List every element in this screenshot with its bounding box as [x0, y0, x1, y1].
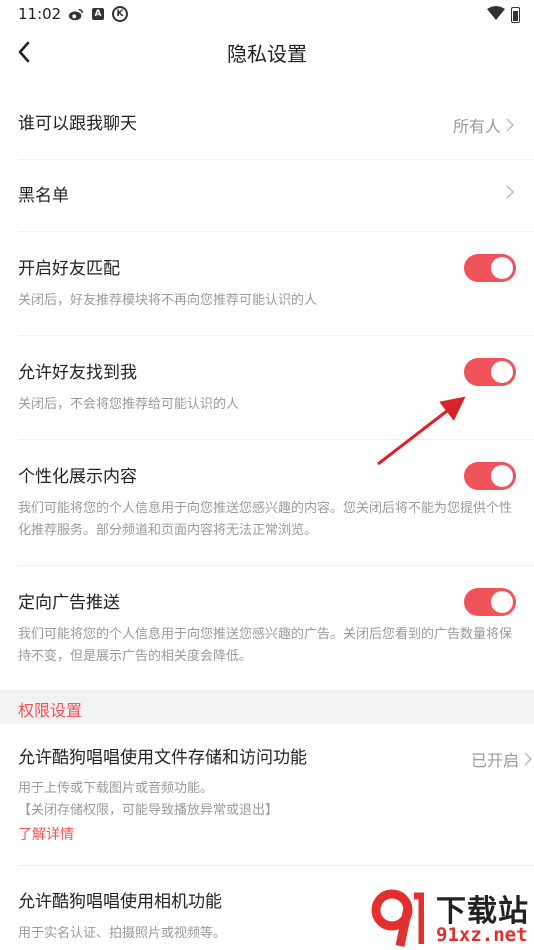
row-desc: 用于实名认证、拍摄照片或视频等。	[18, 926, 227, 941]
chevron-right-icon	[506, 118, 514, 132]
watermark-url: 91xz.net	[436, 924, 528, 946]
site-watermark: 下载站 91xz.net	[364, 884, 534, 950]
page-title: 隐私设置	[227, 42, 307, 66]
status-time: 11:02	[18, 5, 62, 23]
row-title: 黑名单	[18, 186, 69, 206]
row-value: 已开启	[471, 747, 534, 771]
privacy-settings-list: 谁可以跟我聊天 所有人 黑名单 开启好友匹配 关闭后，好友推荐模块将不再向您推荐…	[0, 88, 534, 692]
a-badge-icon: A	[92, 8, 104, 20]
row-desc: 我们可能将您的个人信息用于向您推送您感兴趣的内容。您关闭后将不能为您提供个性化推…	[18, 501, 513, 538]
row-value: 所有人	[453, 113, 516, 137]
watermark-logo-icon	[371, 889, 424, 947]
storage-permission-value: 已开启	[470, 751, 519, 770]
blacklist-row[interactable]: 黑名单	[18, 160, 534, 232]
chat-permission-row[interactable]: 谁可以跟我聊天 所有人	[18, 88, 534, 160]
nav-bar: 隐私设置	[0, 28, 534, 76]
row-desc: 用于上传或下载图片或音频功能。	[18, 781, 214, 796]
toggle-knob	[491, 257, 513, 279]
personalized-content-toggle[interactable]	[464, 462, 516, 490]
row-desc: 关闭后，好友推荐模块将不再向您推荐可能认识的人	[18, 293, 318, 308]
row-desc: 我们可能将您的个人信息用于向您推送您感兴趣的广告。关闭后您看到的广告数量将保持不…	[18, 627, 513, 664]
allow-find-me-toggle[interactable]	[464, 358, 516, 386]
weibo-icon	[68, 6, 84, 22]
status-icons-right	[487, 5, 520, 24]
friend-match-toggle[interactable]	[464, 254, 516, 282]
row-title: 允许好友找到我	[18, 363, 137, 383]
chevron-right-icon	[524, 752, 532, 766]
row-title: 谁可以跟我聊天	[18, 114, 137, 134]
toggle-knob	[491, 591, 513, 613]
status-icons-left: A K	[68, 6, 128, 22]
annotation-arrow	[377, 396, 466, 466]
toggle-knob	[491, 361, 513, 383]
battery-icon	[511, 6, 520, 23]
learn-more-link[interactable]: 了解详情	[18, 824, 74, 844]
k-circle-icon: K	[112, 6, 128, 22]
row-title: 定向广告推送	[18, 593, 120, 613]
friend-match-row: 开启好友匹配 关闭后，好友推荐模块将不再向您推荐可能认识的人	[18, 232, 534, 336]
storage-warning: 【关闭存储权限，可能导致播放异常或退出】	[18, 803, 279, 818]
row-desc: 关闭后，不会将您推荐给可能认识的人	[18, 397, 240, 412]
row-title: 允许酷狗唱唱使用相机功能	[18, 892, 222, 912]
permissions-section-header: 权限设置	[0, 690, 534, 724]
row-title: 开启好友匹配	[18, 259, 120, 279]
targeted-ads-toggle[interactable]	[464, 588, 516, 616]
row-title: 个性化展示内容	[18, 467, 137, 487]
row-title: 允许酷狗唱唱使用文件存储和访问功能	[18, 748, 307, 768]
chat-permission-value: 所有人	[452, 117, 501, 136]
status-bar: 11:02 A K	[0, 0, 534, 28]
storage-permission-row[interactable]: 允许酷狗唱唱使用文件存储和访问功能 已开启 用于上传或下载图片或音频功能。 【关…	[18, 724, 534, 866]
toggle-knob	[491, 465, 513, 487]
chevron-right-icon	[506, 185, 514, 199]
wifi-icon	[487, 5, 505, 24]
targeted-ads-row: 定向广告推送 我们可能将您的个人信息用于向您推送您感兴趣的广告。关闭后您看到的广…	[18, 566, 534, 692]
section-header-label: 权限设置	[18, 701, 83, 720]
row-value	[501, 185, 516, 199]
